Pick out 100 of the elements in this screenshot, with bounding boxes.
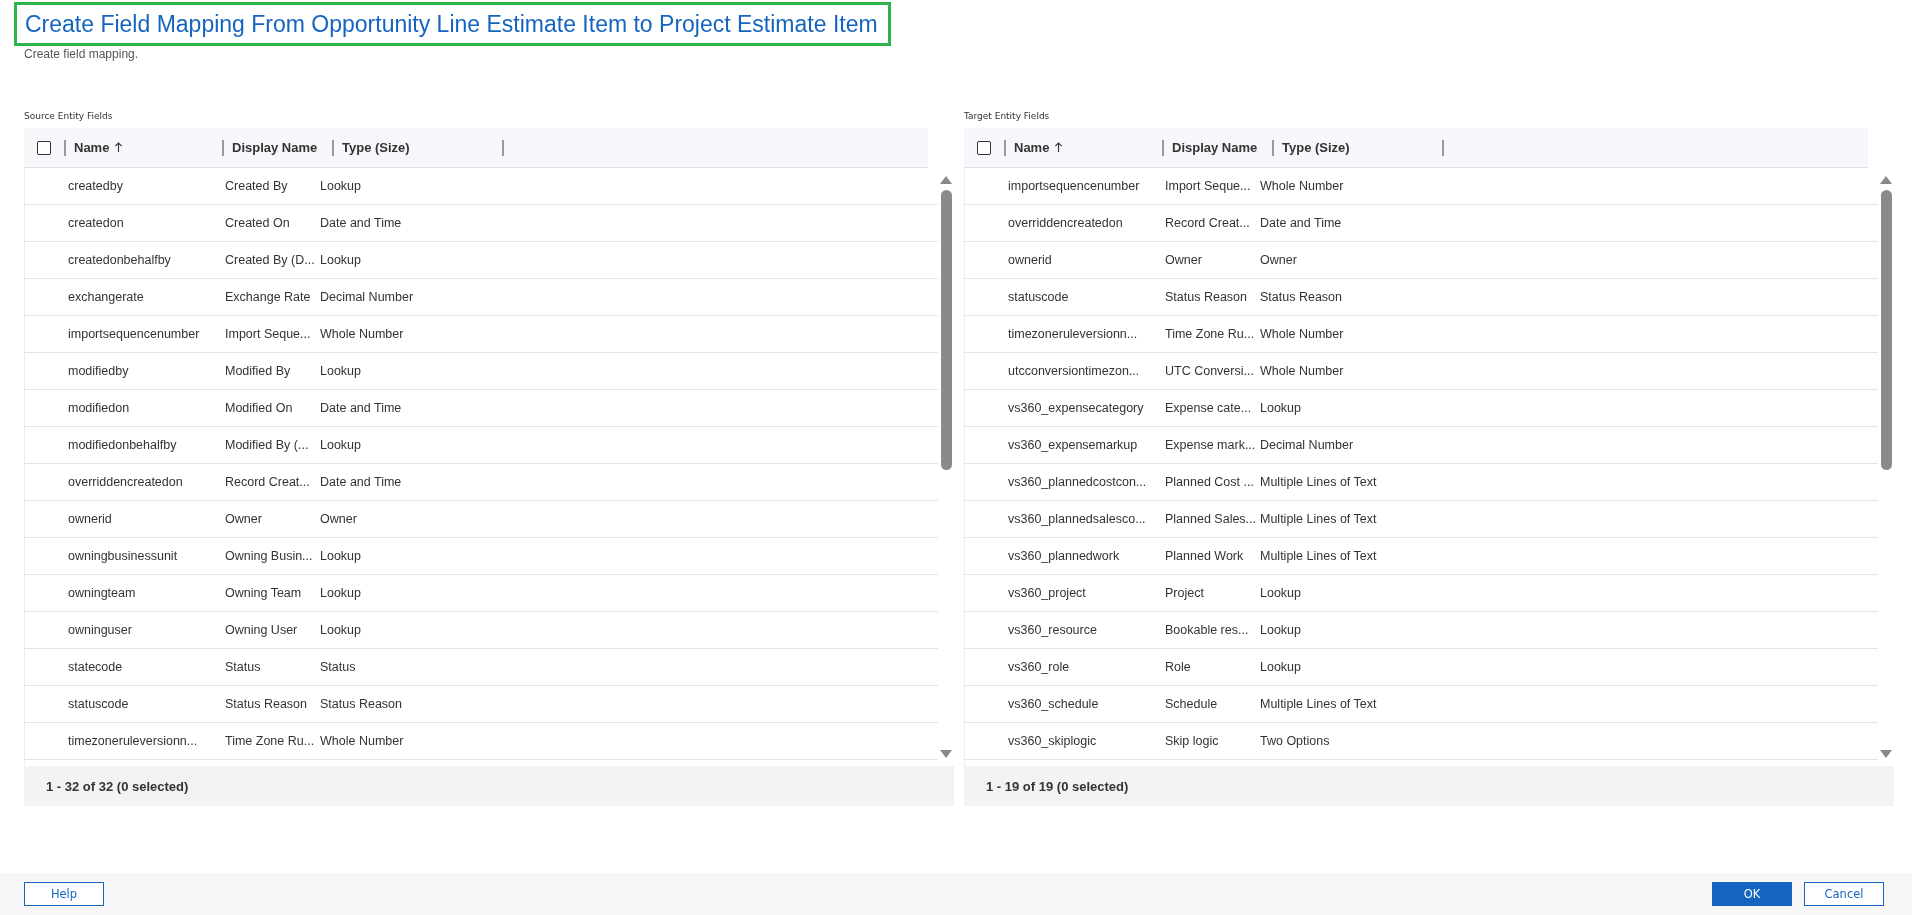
name-cell-text: createdby: [67, 179, 124, 193]
display-name-cell-text: Import Seque...: [225, 327, 312, 341]
type-cell-text: Lookup: [320, 364, 362, 378]
name-cell-text: owninguser: [67, 623, 133, 637]
display-name-cell-text: Status Reason: [225, 697, 308, 711]
display-name-cell-text: Modified By: [225, 364, 292, 378]
type-cell-text: Date and Time: [320, 401, 403, 415]
type-cell-text: Status Reason: [1260, 290, 1343, 304]
cancel-button[interactable]: Cancel: [1804, 882, 1884, 906]
column-header[interactable]: Type (Size): [1272, 139, 1442, 156]
name-cell-text: vs360_expensecategory: [1007, 401, 1145, 415]
display-name-cell-text: Modified By (...: [225, 438, 310, 452]
name-cell-text: vs360_resource: [1007, 623, 1098, 637]
column-header[interactable]: Display Name: [222, 139, 332, 156]
type-cell-text: Lookup: [1260, 623, 1302, 637]
name-cell-text: modifiedonbehalfby: [67, 438, 178, 452]
name-cell-text: ownerid: [1007, 253, 1053, 267]
help-button[interactable]: Help: [24, 882, 104, 906]
scroll-down-icon[interactable]: [940, 750, 952, 758]
name-cell-text: vs360_skiplogic: [1007, 734, 1098, 748]
display-name-cell-text: Exchange Rate: [225, 290, 312, 304]
display-name-cell-text: Expense mark...: [1165, 438, 1257, 452]
name-cell-text: statuscode: [1007, 290, 1070, 304]
column-header[interactable]: Display Name: [1162, 139, 1272, 156]
type-cell-text: Multiple Lines of Text: [1260, 512, 1378, 526]
display-name-cell-text: Status: [225, 660, 262, 674]
type-cell-text: Whole Number: [1260, 327, 1345, 341]
type-cell-text: Two Options: [1260, 734, 1331, 748]
type-cell-text: Status: [320, 660, 357, 674]
name-cell-text: overriddencreatedon: [67, 475, 184, 489]
type-cell-text: Lookup: [1260, 401, 1302, 415]
grid-label: Source Entity Fields: [24, 111, 114, 121]
display-name-cell-text: Skip logic: [1165, 734, 1220, 748]
name-cell-text: statuscode: [67, 697, 130, 711]
type-cell-text: Date and Time: [320, 475, 403, 489]
display-name-cell-text: UTC Conversi...: [1165, 364, 1255, 378]
sort-ascending-icon: [114, 142, 124, 153]
type-cell-text: Multiple Lines of Text: [1260, 475, 1378, 489]
name-cell-text: owningbusinessunit: [67, 549, 179, 563]
type-cell-text: Whole Number: [1260, 179, 1345, 193]
name-cell-text: importsequencenumber: [1007, 179, 1141, 193]
name-cell-text: importsequencenumber: [67, 327, 201, 341]
display-name-cell-text: Created By (D...: [225, 253, 316, 267]
select-all-checkbox[interactable]: [977, 140, 991, 155]
name-cell-text: ownerid: [67, 512, 113, 526]
column-header[interactable]: Name: [1004, 139, 1162, 156]
display-name-cell-text: Modified On: [225, 401, 294, 415]
select-all-checkbox[interactable]: [37, 140, 51, 155]
display-name-cell-text: Role: [1165, 660, 1192, 674]
display-name-cell-text: Owner: [1165, 253, 1203, 267]
name-cell-text: vs360_project: [1007, 586, 1087, 600]
display-name-cell-text: Time Zone Ru...: [1165, 327, 1256, 341]
display-name-cell-text: Time Zone Ru...: [225, 734, 316, 748]
type-cell-text: Multiple Lines of Text: [1260, 697, 1378, 711]
grid-footer: 1 - 32 of 32 (0 selected): [24, 766, 954, 806]
type-cell-text: Whole Number: [320, 734, 405, 748]
display-name-cell-text: Record Creat...: [225, 475, 311, 489]
sort-ascending-icon: [1054, 142, 1064, 153]
display-name-cell-text: Project: [1165, 586, 1205, 600]
name-cell-text: modifiedby: [67, 364, 130, 378]
type-cell-text: Status Reason: [320, 697, 403, 711]
scroll-down-icon[interactable]: [1880, 750, 1892, 758]
type-cell-text: Lookup: [320, 179, 362, 193]
name-cell-text: createdonbehalfby: [67, 253, 172, 267]
display-name-cell-text: Import Seque...: [1165, 179, 1252, 193]
column-header[interactable]: Name: [64, 139, 222, 156]
scroll-up-icon[interactable]: [1880, 176, 1892, 184]
scroll-up-icon[interactable]: [940, 176, 952, 184]
name-cell-text: statecode: [67, 660, 124, 674]
name-cell-text: vs360_role: [1007, 660, 1071, 674]
type-cell-text: Multiple Lines of Text: [1260, 549, 1378, 563]
type-cell-text: Date and Time: [1260, 216, 1343, 230]
type-cell-text: Date and Time: [320, 216, 403, 230]
name-cell-text: owningteam: [67, 586, 137, 600]
grid-label: Target Entity Fields: [964, 111, 1051, 121]
type-cell-text: Decimal Number: [320, 290, 415, 304]
name-cell-text: timezoneruleversionn...: [1007, 327, 1139, 341]
display-name-cell-text: Owning User: [225, 623, 299, 637]
type-cell-text: Owner: [1260, 253, 1298, 267]
type-cell-text: Whole Number: [1260, 364, 1345, 378]
display-name-cell-text: Status Reason: [1165, 290, 1248, 304]
column-header[interactable]: Type (Size): [332, 139, 502, 156]
display-name-cell-text: Bookable res...: [1165, 623, 1250, 637]
type-cell-text: Decimal Number: [1260, 438, 1355, 452]
ok-button[interactable]: OK: [1712, 882, 1792, 906]
name-cell-text: overriddencreatedon: [1007, 216, 1124, 230]
name-cell-text: vs360_plannedcostcon...: [1007, 475, 1148, 489]
display-name-cell-text: Created On: [225, 216, 291, 230]
display-name-cell-text: Schedule: [1165, 697, 1219, 711]
name-cell-text: utcconversiontimezon...: [1007, 364, 1141, 378]
type-cell-text: Lookup: [320, 438, 362, 452]
name-cell-text: vs360_plannedwork: [1007, 549, 1121, 563]
name-cell-text: timezoneruleversionn...: [67, 734, 199, 748]
type-cell-text: Whole Number: [320, 327, 405, 341]
display-name-cell-text: Owning Team: [225, 586, 303, 600]
display-name-cell-text: Owning Busin...: [225, 549, 314, 563]
name-cell-text: vs360_expensemarkup: [1007, 438, 1139, 452]
type-cell-text: Lookup: [320, 253, 362, 267]
display-name-cell-text: Owner: [225, 512, 263, 526]
name-cell-text: createdon: [67, 216, 125, 230]
